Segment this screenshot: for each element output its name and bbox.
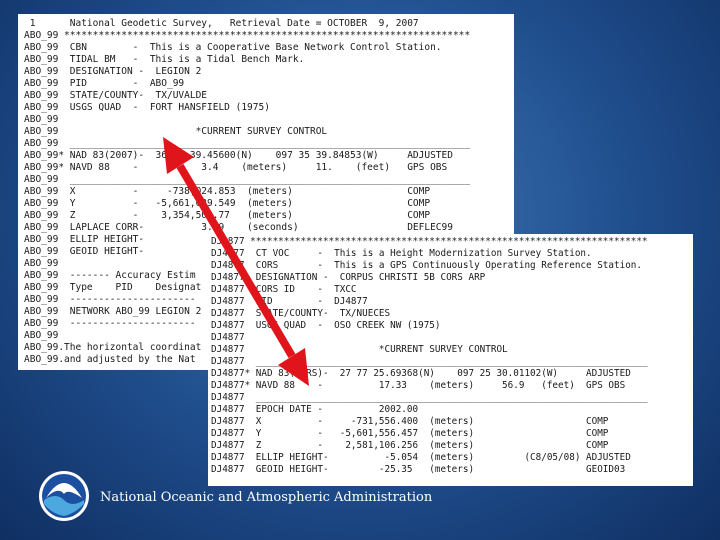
datasheet-line: DJ4877 DESIGNATION - CORPUS CHRISTI 5B C…	[211, 272, 486, 283]
datasheet-line: DJ4877 ELLIP HEIGHT- -5.054 (meters) (C8…	[211, 452, 631, 463]
datasheet-line: DJ4877 Y - -5,601,556.457 (meters) COMP	[211, 428, 609, 439]
datasheet-line: ABO_99 *CURRENT SURVEY CONTROL	[24, 126, 328, 137]
datasheet-line: ABO_99 STATE/COUNTY- TX/UVALDE	[24, 90, 208, 101]
datasheet-line: ABO_99 USGS QUAD - FORT HANSFIELD (1975)	[24, 102, 270, 113]
noaa-logo	[39, 471, 89, 521]
datasheet-line: ABO_99 *********************************…	[24, 30, 471, 41]
datasheet-line: ABO_99 CBN - This is a Cooperative Base …	[24, 42, 442, 53]
datasheet-line: DJ4877 Z - 2,581,106.256 (meters) COMP	[211, 440, 609, 451]
datasheet-line: DJ4877	[211, 332, 245, 343]
datasheet-line: DJ4877 CORS ID - TXCC	[211, 284, 357, 295]
datasheet-line: ABO_99	[24, 258, 59, 269]
datasheet-line: ABO_99* NAD 83(2007)- 36 33 39.45600(N) …	[24, 150, 453, 161]
datasheet-line: ABO_99 Y - -5,661,089.549 (meters) COMP	[24, 198, 431, 209]
datasheet-line: ABO_99	[24, 114, 59, 125]
datasheet-line: DJ4877 USGS QUAD - OSO CREEK NW (1975)	[211, 320, 441, 331]
datasheet-line: DJ4877 STATE/COUNTY- TX/NUECES	[211, 308, 391, 319]
datasheet-line: ABO_99 TIDAL BM - This is a Tidal Bench …	[24, 54, 305, 65]
datasheet-line: ABO_99.and adjusted by the Nat	[24, 354, 196, 365]
datasheet-line: ABO_99 NETWORK ABO_99 LEGION 2	[24, 306, 202, 317]
datasheet-line: DJ4877 X - -731,556.400 (meters) COMP	[211, 416, 609, 427]
datasheet-line: DJ4877 CORS - This is a GPS Continuously…	[211, 260, 642, 271]
datasheet-line: ABO_99 ------- Accuracy Estim	[24, 270, 196, 281]
datasheet-line: DJ4877* NAD 83(CORS)- 27 77 25.69368(N) …	[211, 368, 631, 379]
datasheet-line: ABO_99 ELLIP HEIGHT-	[24, 234, 145, 245]
datasheet-line: ABO_99 _________________________________…	[24, 138, 471, 149]
datasheet-line: ABO_99* NAVD 88 - 3.4 (meters) 11. (feet…	[24, 162, 448, 173]
datasheet-line: ABO_99	[24, 330, 59, 341]
agency-name: National Oceanic and Atmospheric Adminis…	[100, 490, 433, 505]
datasheet-line: ABO_99 ----------------------	[24, 294, 196, 305]
datasheet-line: DJ4877 *CURRENT SURVEY CONTROL	[211, 344, 508, 355]
datasheet-line: ABO_99 Z - 3,354,503.77 (meters) COMP	[24, 210, 431, 221]
datasheet-line: DJ4877* NAVD 88 - 17.33 (meters) 56.9 (f…	[211, 380, 626, 391]
datasheet-line: DJ4877 _________________________________…	[211, 392, 648, 403]
datasheet-line: ABO_99 Type PID Designat	[24, 282, 202, 293]
datasheet-line: ABO_99 LAPLACE CORR- 3.09 (seconds) DEFL…	[24, 222, 453, 233]
datasheet-line: ABO_99 _________________________________…	[24, 174, 471, 185]
datasheet-dj4877: DJ4877 *********************************…	[208, 234, 693, 486]
datasheet-line: DJ4877 PID - DJ4877	[211, 296, 368, 307]
datasheet-line: ABO_99 GEOID HEIGHT-	[24, 246, 145, 257]
datasheet-line: ABO_99 X - -738,024.853 (meters) COMP	[24, 186, 431, 197]
datasheet-line: ABO_99 DESIGNATION - LEGION 2	[24, 66, 202, 77]
datasheet-line: DJ4877 *********************************…	[211, 236, 648, 247]
datasheet-line: DJ4877 CT VOC - This is a Height Moderni…	[211, 248, 592, 259]
datasheet-line: ABO_99 PID - ABO_99	[24, 78, 185, 89]
datasheet-line: DJ4877 GEOID HEIGHT- -25.35 (meters) GEO…	[211, 464, 626, 475]
datasheet-line: 1 National Geodetic Survey, Retrieval Da…	[24, 18, 419, 29]
datasheet-line: DJ4877 EPOCH DATE - 2002.00	[211, 404, 419, 415]
datasheet-line: ABO_99.The horizontal coordinat	[24, 342, 202, 353]
datasheet-line: ABO_99 ----------------------	[24, 318, 196, 329]
datasheet-line: DJ4877 _________________________________…	[211, 356, 648, 367]
